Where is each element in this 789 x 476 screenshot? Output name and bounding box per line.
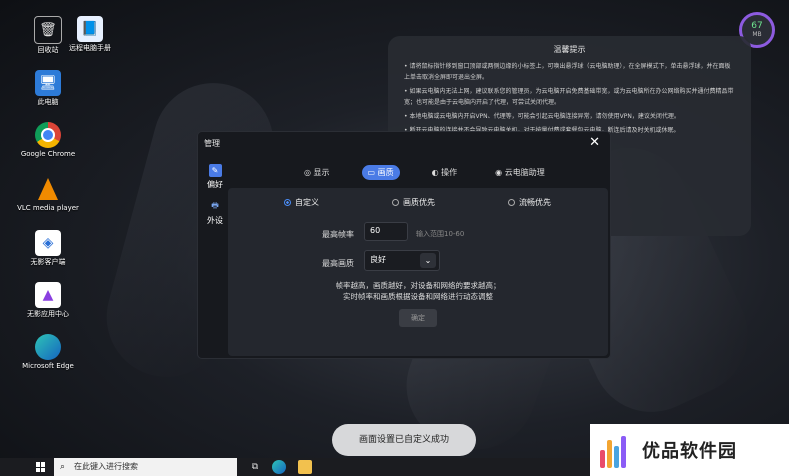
file-explorer-icon[interactable] — [298, 460, 312, 474]
desktop-icon-this-pc[interactable]: 🖥 此电脑 — [16, 70, 80, 107]
radio-unchecked-icon — [508, 199, 515, 206]
tips-item: • 请将鼠标指针移到窗口顶部或两侧边缘的小标签上，可唤出悬浮球（云电脑助理），在… — [404, 63, 731, 81]
desktop-icon-edge[interactable]: Microsoft Edge — [16, 334, 80, 371]
task-view-icon[interactable]: ⧉ — [248, 460, 262, 474]
dialog-tabs: ◎ 显示 ▭ 画质 ◐ 操作 ◉ 云电脑助理 — [298, 165, 577, 180]
edit-icon: ✎ — [208, 164, 222, 177]
peripheral-icon: 🖶 — [211, 200, 219, 210]
edge-taskbar-icon[interactable] — [272, 460, 286, 474]
search-icon: ⌕ — [60, 462, 66, 472]
desktop-icon-label: Microsoft Edge — [22, 362, 74, 370]
sidebar-item-label: 偏好 — [207, 180, 223, 189]
brand-watermark: 优品软件园 — [590, 424, 789, 476]
confirm-button[interactable]: 确定 — [399, 309, 437, 327]
search-placeholder: 在此键入进行搜索 — [74, 462, 138, 471]
app-center-icon: ▲ — [35, 282, 61, 308]
vlc-icon — [35, 176, 61, 202]
tab-display[interactable]: ◎ 显示 — [298, 165, 336, 180]
desktop-icon-label: 无影应用中心 — [27, 310, 69, 318]
dialog-title: 管理 — [204, 139, 220, 148]
quality-select-value: 良好 — [370, 255, 386, 264]
desktop-icon-vlc[interactable]: VLC media player — [16, 176, 80, 213]
tips-title: 温馨提示 — [553, 45, 586, 54]
tab-quality[interactable]: ▭ 画质 — [361, 165, 400, 180]
desktop-icon-label: VLC media player — [17, 204, 79, 212]
app-icon: ◈ — [35, 230, 61, 256]
desktop-icon-label: 远程电脑手册 — [69, 44, 111, 52]
dialog-sidebar: ✎ 偏好 🖶 外设 — [202, 164, 228, 236]
brand-logo-icon — [600, 432, 636, 468]
quality-panel: 自定义 画质优先 流畅优先 最高帧率 60 输入范围10-60 最高画质 良好 … — [228, 188, 608, 356]
chevron-down-icon: ⌄ — [420, 253, 436, 268]
radio-custom[interactable]: 自定义 — [284, 197, 319, 208]
radio-label: 流畅优先 — [519, 198, 551, 207]
desktop-icon-label: 此电脑 — [37, 98, 59, 106]
radio-unchecked-icon — [392, 199, 399, 206]
desktop-icon-label: 无影客户端 — [30, 258, 66, 266]
desktop-icon-chrome[interactable]: Google Chrome — [16, 122, 80, 159]
tips-item: • 本地电脑或云电脑内开启VPN、代理等，可能会引起云电脑连接异常，请勿使用VP… — [404, 113, 680, 120]
desktop-icon-app-center[interactable]: ▲ 无影应用中心 — [16, 282, 80, 319]
quality-select[interactable]: 良好 ⌄ — [364, 250, 440, 271]
computer-icon: 🖥 — [35, 70, 61, 96]
management-dialog: 管理 ✕ ✎ 偏好 🖶 外设 ◎ 显示 ▭ 画质 ◐ 操作 ◉ 云电脑助理 自定… — [198, 132, 610, 358]
tab-operation[interactable]: ◐ 操作 — [426, 165, 464, 180]
fps-label: 最高帧率 — [322, 230, 354, 239]
desktop-icon-manual[interactable]: 📘 远程电脑手册 — [58, 16, 122, 53]
chrome-icon — [35, 122, 61, 148]
quality-note: 实时帧率和画质根据设备和网络进行动态调整 — [343, 292, 493, 301]
radio-checked-icon — [284, 199, 291, 206]
desktop-icon-label: Google Chrome — [20, 150, 76, 158]
document-icon: 📘 — [77, 16, 103, 42]
quality-label: 最高画质 — [322, 259, 354, 268]
sidebar-item-preference[interactable]: ✎ 偏好 — [202, 164, 228, 190]
sidebar-item-peripheral[interactable]: 🖶 外设 — [202, 200, 228, 226]
sidebar-item-label: 外设 — [207, 216, 223, 225]
taskbar-search[interactable]: ⌕ 在此键入进行搜索 — [54, 458, 237, 476]
radio-label: 自定义 — [295, 198, 319, 207]
brand-text: 优品软件园 — [642, 441, 737, 462]
desktop: 🗑 回收站 📘 远程电脑手册 🖥 此电脑 Google Chrome VLC m… — [0, 0, 789, 467]
close-icon[interactable]: ✕ — [589, 135, 600, 150]
gauge-value: 67 — [751, 21, 763, 31]
desktop-icon-wuying-client[interactable]: ◈ 无影客户端 — [16, 230, 80, 267]
fps-input[interactable]: 60 — [364, 222, 408, 241]
success-toast: 画面设置已自定义成功 — [332, 424, 476, 456]
quality-note: 帧率越高，画质越好，对设备和网络的要求越高； — [335, 281, 501, 290]
gauge-unit: MB — [752, 31, 762, 38]
edge-icon — [35, 334, 61, 360]
start-button[interactable] — [36, 462, 46, 472]
fps-hint: 输入范围10-60 — [416, 230, 465, 238]
radio-quality-first[interactable]: 画质优先 — [392, 197, 435, 208]
radio-smooth-first[interactable]: 流畅优先 — [508, 197, 551, 208]
tab-assistant[interactable]: ◉ 云电脑助理 — [489, 165, 551, 180]
radio-label: 画质优先 — [403, 198, 435, 207]
tips-item: • 如果云电脑内无法上网，建议联系您的管理员，为云电脑开启免费基础带宽，或为云电… — [404, 88, 734, 106]
